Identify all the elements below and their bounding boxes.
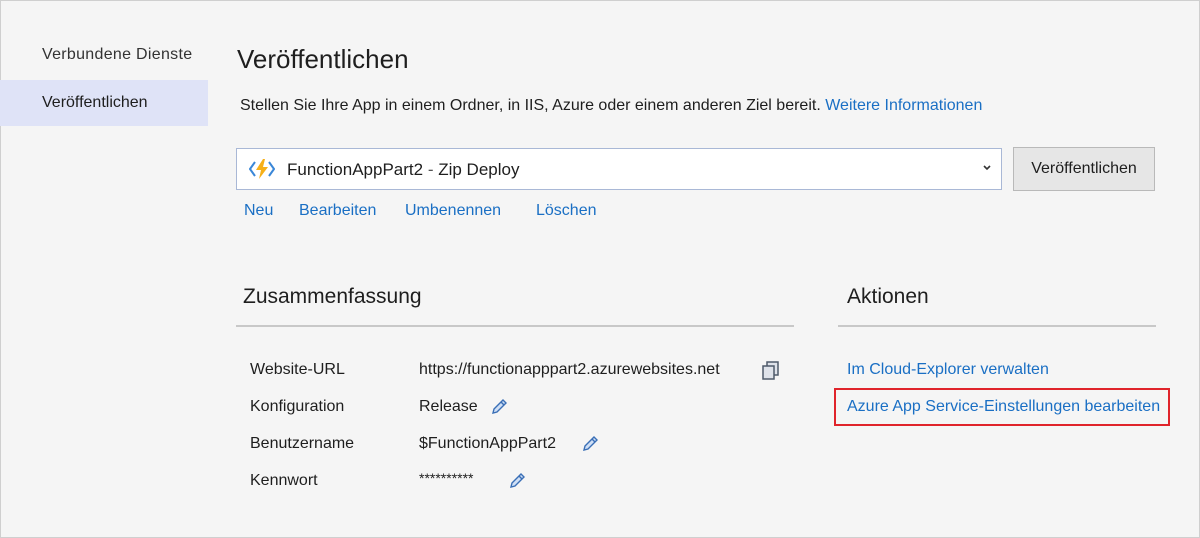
rename-profile-link[interactable]: Umbenennen [405,202,501,220]
page-description: Stellen Sie Ihre App in einem Ordner, in… [240,97,982,115]
azure-functions-icon [248,158,276,180]
edit-app-service-settings-link[interactable]: Azure App Service-Einstellungen bearbeit… [847,398,1160,416]
edit-pencil-icon[interactable] [581,433,601,453]
password-value: ********** [419,470,474,486]
summary-heading: Zusammenfassung [243,285,422,308]
manage-in-cloud-explorer-link[interactable]: Im Cloud-Explorer verwalten [847,361,1049,379]
description-text: Stellen Sie Ihre App in einem Ordner, in… [240,97,821,114]
actions-heading: Aktionen [847,285,929,308]
summary-divider [236,325,794,327]
password-label: Kennwort [250,472,318,489]
actions-divider [838,325,1156,327]
configuration-value: Release [419,398,478,415]
sidebar-item-connected-services[interactable]: Verbundene Dienste [0,32,208,78]
website-url-link[interactable]: https://functionapppart2.azurewebsites.n… [419,361,720,379]
edit-pencil-icon[interactable] [508,470,528,490]
more-info-link[interactable]: Weitere Informationen [825,97,982,114]
profile-name: FunctionAppPart2 - Zip Deploy [287,160,520,179]
publish-profile-dropdown[interactable]: FunctionAppPart2 - Zip Deploy [236,148,1002,190]
sidebar-item-label: Verbundene Dienste [42,46,193,63]
delete-profile-link[interactable]: Löschen [536,202,597,220]
chevron-down-icon [981,161,993,173]
publish-button[interactable]: Veröffentlichen [1013,147,1155,191]
website-url-label: Website-URL [250,361,345,378]
edit-pencil-icon[interactable] [490,396,510,416]
page-title: Veröffentlichen [237,44,409,74]
sidebar-item-label: Veröffentlichen [42,94,148,111]
username-label: Benutzername [250,435,355,452]
new-profile-link[interactable]: Neu [244,202,273,220]
edit-profile-link[interactable]: Bearbeiten [299,202,376,220]
copy-icon[interactable] [761,360,781,380]
sidebar-item-publish[interactable]: Veröffentlichen [0,80,208,126]
configuration-label: Konfiguration [250,398,345,415]
username-value: $FunctionAppPart2 [419,435,556,452]
